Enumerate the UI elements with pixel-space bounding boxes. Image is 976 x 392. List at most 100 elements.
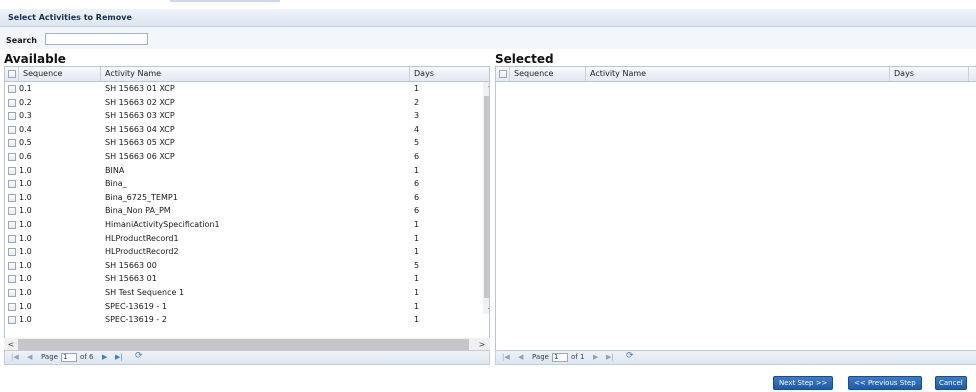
row-activity-name: Bina_6725_TEMP1 [105,192,178,202]
row-activity-name: SH 15663 02 XCP [105,97,175,107]
first-page-icon[interactable]: |◀ [11,353,19,361]
selected-select-all-checkbox[interactable] [499,70,507,78]
search-input[interactable] [45,33,148,45]
row-activity-name: SH 15663 03 XCP [105,111,175,121]
table-row[interactable]: 1.0 Bina_ 6 [5,177,483,191]
table-row[interactable]: 1.0 Bina_Non PA_PM 6 [5,204,483,218]
table-row[interactable]: 1.0 HLProductRecord2 1 [5,245,483,259]
next-step-button[interactable]: Next Step >> [773,376,834,390]
row-checkbox[interactable] [8,288,16,297]
first-page-icon[interactable]: |◀ [502,353,510,361]
row-days: 5 [414,260,420,270]
table-row[interactable]: 1.0 HLProductRecord1 1 [5,232,483,246]
table-row[interactable]: 1.0 SH Test Sequence 1 1 [5,286,483,300]
prev-page-icon[interactable]: ◀ [27,353,32,361]
row-checkbox[interactable] [8,98,16,107]
cancel-button[interactable]: Cancel [935,376,967,390]
row-activity-name: HLProductRecord2 [105,247,179,257]
row-checkbox[interactable] [8,220,16,229]
row-days: 6 [414,192,420,202]
available-title: Available [4,52,66,66]
row-checkbox[interactable] [8,261,16,270]
row-checkbox[interactable] [8,234,16,243]
row-checkbox[interactable] [8,152,16,161]
available-vertical-scrollbar[interactable]: ⌃ ⌄ [483,82,489,314]
row-sequence: 0.5 [19,138,32,148]
table-row[interactable]: 1.0 Bina_6725_TEMP1 6 [5,191,483,205]
row-activity-name: BINA [105,165,125,175]
row-sequence: 1.0 [19,274,32,284]
table-row[interactable]: 0.4 SH 15663 04 XCP 4 [5,123,483,137]
row-checkbox[interactable] [8,166,16,175]
row-checkbox[interactable] [8,316,16,325]
row-sequence: 1.0 [19,219,32,229]
next-page-icon[interactable]: ▶ [593,353,598,361]
row-checkbox[interactable] [8,193,16,202]
refresh-icon[interactable]: ⟳ [626,351,634,361]
table-row[interactable]: 1.0 SPEC-13619 - 2 1 [5,313,483,327]
available-col-days[interactable]: Days [410,67,484,81]
available-col-sequence[interactable]: Sequence [19,67,101,81]
dialog-title: Select Activities to Remove [8,13,132,22]
row-checkbox[interactable] [8,302,16,311]
table-row[interactable]: 1.0 SH 15663 01 1 [5,272,483,286]
selected-col-days[interactable]: Days [890,67,969,81]
refresh-icon[interactable]: ⟳ [135,351,143,361]
selected-col-sequence[interactable]: Sequence [510,67,586,81]
selected-grid: Sequence Activity Name Days [495,66,976,365]
table-row[interactable]: 0.2 SH 15663 02 XCP 2 [5,96,483,110]
row-checkbox[interactable] [8,85,16,93]
row-checkbox[interactable] [8,112,16,121]
row-sequence: 1.0 [19,260,32,270]
table-row[interactable]: 0.1 SH 15663 01 XCP 1 [5,82,483,96]
row-sequence: 1.0 [19,206,32,216]
table-row[interactable]: 0.3 SH 15663 03 XCP 3 [5,109,483,123]
row-activity-name: SH 15663 01 [105,274,157,284]
selected-page-input[interactable]: 1 [552,353,568,362]
table-row[interactable]: 0.5 SH 15663 05 XCP 5 [5,136,483,150]
available-grid: Sequence Activity Name Days 0.1 SH 15663 … [4,66,490,348]
row-checkbox[interactable] [8,139,16,148]
row-sequence: 0.4 [19,124,32,134]
scroll-up-icon[interactable]: ⌃ [483,82,489,95]
table-row[interactable]: 1.0 HimaniActivitySpecification1 1 [5,218,483,232]
row-activity-name: SH Test Sequence 1 [105,287,185,297]
prev-page-icon[interactable]: ◀ [518,353,523,361]
row-checkbox[interactable] [8,180,16,189]
table-row[interactable]: 1.0 SPEC-13619 - 1 1 [5,300,483,314]
available-select-all-checkbox[interactable] [8,70,16,78]
row-days: 1 [414,247,420,257]
last-page-icon[interactable]: ▶| [115,353,123,361]
row-checkbox[interactable] [8,248,16,257]
available-pager: |◀ ◀ Page 1 of 6 ▶ ▶| ⟳ [4,350,490,365]
previous-step-button[interactable]: << Previous Step [848,376,922,390]
row-activity-name: SH 15663 04 XCP [105,124,175,134]
available-page-input[interactable]: 1 [61,353,77,362]
table-row[interactable]: 1.0 SH 15663 00 5 [5,259,483,273]
row-days: 6 [414,206,420,216]
table-row[interactable]: 1.0 BINA 1 [5,164,483,178]
row-checkbox[interactable] [8,125,16,134]
row-days: 4 [414,124,420,134]
row-days: 2 [414,97,420,107]
next-page-icon[interactable]: ▶ [102,353,107,361]
row-checkbox[interactable] [8,275,16,284]
available-col-activity-name[interactable]: Activity Name [101,67,410,81]
available-rows: 0.1 SH 15663 01 XCP 1 0.2 SH 15663 02 XCP 2 0.… [5,82,483,327]
row-days: 6 [414,179,420,189]
row-checkbox[interactable] [8,207,16,216]
available-horizontal-scroll-thumb[interactable] [18,339,469,350]
row-days: 1 [414,274,420,284]
last-page-icon[interactable]: ▶| [606,353,614,361]
row-sequence: 1.0 [19,247,32,257]
available-page-of: of 6 [80,353,94,361]
row-days: 1 [414,315,420,325]
row-days: 1 [414,233,420,243]
row-activity-name: SH 15663 06 XCP [105,151,175,161]
row-activity-name: HimaniActivitySpecification1 [105,219,220,229]
selected-col-activity-name[interactable]: Activity Name [586,67,890,81]
scroll-down-icon[interactable]: ⌄ [483,301,489,314]
table-row[interactable]: 0.6 SH 15663 06 XCP 6 [5,150,483,164]
row-sequence: 1.0 [19,192,32,202]
available-vertical-scroll-thumb[interactable] [484,96,489,298]
